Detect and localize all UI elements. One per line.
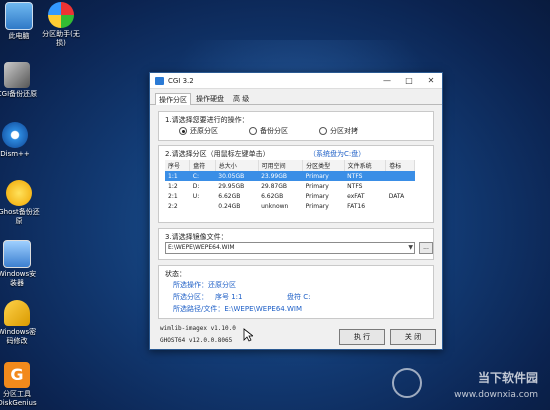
cell: 1:2	[168, 182, 178, 190]
cell: Primary	[302, 171, 345, 181]
cell: Primary	[305, 202, 329, 210]
mouse-cursor-icon	[243, 328, 253, 342]
status-operation: 所选操作：还原分区	[173, 281, 236, 289]
tab-advanced[interactable]: 高 级	[229, 92, 253, 104]
cell: exFAT	[347, 192, 365, 200]
cell: U:	[192, 192, 200, 200]
ghost-icon	[6, 180, 32, 206]
partition-table[interactable]: 序号 盘符 总大小 可用空间 分区类型 文件系统 卷标 1:1 C: 30.05…	[165, 160, 415, 211]
tab-strip: 操作分区 操作硬盘 高 级	[150, 89, 442, 105]
radio-dot-checked	[179, 127, 187, 135]
window-title: CGI 3.2	[168, 76, 194, 85]
table-row[interactable]: 2:1 U: 6.62GB 6.62GB Primary exFAT DATA	[165, 191, 415, 201]
radio-dot	[249, 127, 257, 135]
status-partition-label: 所选分区：	[173, 293, 208, 301]
key-icon	[4, 300, 30, 326]
cell: unknown	[261, 202, 289, 210]
partition-assistant-icon	[48, 2, 74, 28]
radio-dot	[319, 127, 327, 135]
radio-backup[interactable]: 备份分区	[249, 126, 288, 136]
cell: 0.24GB	[218, 202, 241, 210]
cell: 29.95GB	[218, 182, 245, 190]
tab-disk[interactable]: 操作硬盘	[192, 92, 228, 104]
operation-panel: 1.请选择您要进行的操作： 还原分区 备份分区 分区对拷	[158, 111, 434, 141]
desktop-icon-windows-installer[interactable]: Windows安 装器	[0, 240, 42, 288]
col-header[interactable]: 盘符	[189, 160, 216, 171]
app-icon	[155, 76, 164, 85]
col-header[interactable]: 可用空间	[258, 160, 304, 171]
desktop-icon-partition-assistant[interactable]: 分区助手(无 损)	[36, 2, 86, 48]
wimlib-version: wimlib-imagex v1.10.0	[160, 325, 236, 332]
status-title: 状态：	[165, 270, 186, 278]
cell	[386, 181, 415, 191]
watermark-logo-icon	[392, 368, 422, 398]
desktop-icon-dism[interactable]: Dism++	[0, 122, 40, 159]
desktop-icon-ghost[interactable]: Ghost备份还 原	[0, 180, 44, 226]
partition-title: 2.请选择分区（用鼠标左键单击）	[165, 150, 270, 158]
cell: 2:2	[168, 202, 178, 210]
title-bar[interactable]: CGI 3.2 — □ ✕	[150, 73, 442, 89]
cell	[190, 201, 215, 211]
table-header-row: 序号 盘符 总大小 可用空间 分区类型 文件系统 卷标	[165, 160, 415, 171]
table-row[interactable]: 1:2 D: 29.95GB 29.87GB Primary NTFS	[165, 181, 415, 191]
watermark-url: www.downxia.com	[454, 390, 538, 400]
cell: C:	[189, 171, 216, 181]
cell: FAT16	[347, 202, 366, 210]
chevron-down-icon: ▼	[408, 244, 413, 251]
col-header[interactable]: 卷标	[385, 160, 415, 171]
status-drive: 盘符 C:	[287, 293, 311, 301]
image-file-select[interactable]: E:\WEPE\WEPE64.WIM ▼	[165, 242, 415, 254]
col-header[interactable]: 分区类型	[302, 160, 345, 171]
diskgenius-icon: G	[4, 362, 30, 388]
col-header[interactable]: 序号	[165, 160, 191, 171]
installer-icon	[3, 240, 31, 268]
cgi-tool-icon	[4, 62, 30, 88]
minimize-icon[interactable]: —	[376, 73, 398, 88]
table-row[interactable]: 1:1 C: 30.05GB 23.99GB Primary NTFS	[165, 171, 415, 181]
radio-restore[interactable]: 还原分区	[179, 126, 218, 136]
cell	[386, 201, 415, 211]
col-header[interactable]: 文件系统	[344, 160, 387, 171]
close-icon[interactable]: ✕	[420, 73, 442, 88]
system-drive-hint: （系统盘为C:盘）	[309, 150, 366, 158]
browse-button[interactable]: ...	[419, 242, 433, 254]
status-panel: 状态： 所选操作：还原分区 所选分区： 序号 1:1 盘符 C: 所选路径/文件…	[158, 265, 434, 319]
maximize-icon[interactable]: □	[398, 73, 420, 88]
radio-copy[interactable]: 分区对拷	[319, 126, 358, 136]
cell: 6.62GB	[261, 192, 284, 200]
watermark-text: 当下软件园	[477, 371, 538, 385]
cgi-window: CGI 3.2 — □ ✕ 操作分区 操作硬盘 高 级 1.请选择您要进行的操作…	[149, 72, 443, 350]
cell: 2:1	[168, 192, 178, 200]
gear-icon	[2, 122, 28, 148]
partition-panel: 2.请选择分区（用鼠标左键单击） （系统盘为C:盘） 序号 盘符 总大小 可用空…	[158, 145, 434, 223]
desktop-icon-cgi[interactable]: CGI备份还原	[0, 62, 42, 99]
close-button[interactable]: 关 闭	[390, 329, 436, 345]
cell: 30.05GB	[215, 171, 259, 181]
cell: Primary	[305, 192, 329, 200]
operation-title: 1.请选择您要进行的操作：	[165, 116, 249, 124]
col-header[interactable]: 总大小	[215, 160, 259, 171]
cell: 23.99GB	[258, 171, 303, 181]
cell: D:	[192, 182, 200, 190]
tab-partition[interactable]: 操作分区	[155, 93, 191, 105]
image-file-panel: 3.请选择镜像文件： E:\WEPE\WEPE64.WIM ▼ ...	[158, 228, 434, 260]
cell: 29.87GB	[261, 182, 288, 190]
execute-button[interactable]: 执 行	[339, 329, 385, 345]
cell: 6.62GB	[218, 192, 241, 200]
ghost-version: GHOST64 v12.0.0.8065	[160, 337, 233, 344]
image-file-title: 3.请选择镜像文件：	[165, 233, 228, 241]
cell: DATA	[388, 192, 405, 200]
status-path: 所选路径/文件：E:\WEPE\WEPE64.WIM	[173, 305, 302, 313]
cell: 1:1	[165, 171, 190, 181]
desktop-icon-windows-password[interactable]: Windows密 码修改	[0, 300, 42, 346]
cell: NTFS	[347, 182, 363, 190]
cell: NTFS	[344, 171, 386, 181]
cell: Primary	[305, 182, 329, 190]
cell	[385, 171, 415, 181]
status-partition-id: 序号 1:1	[215, 293, 243, 301]
table-row[interactable]: 2:2 0.24GB unknown Primary FAT16	[165, 201, 415, 211]
computer-icon	[5, 2, 33, 30]
desktop-icon-diskgenius[interactable]: G 分区工具 DiskGenius	[0, 362, 42, 408]
